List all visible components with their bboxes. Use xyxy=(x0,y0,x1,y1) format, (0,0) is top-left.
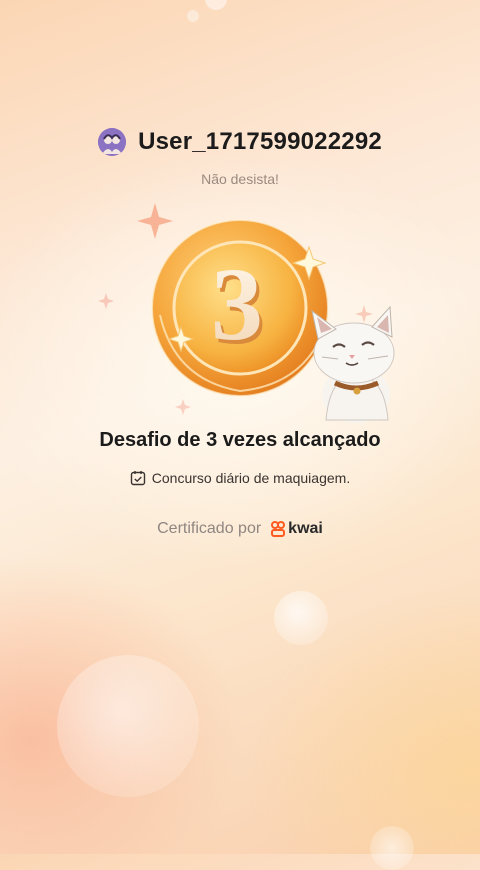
decorative-bubble xyxy=(205,0,227,10)
decorative-bubble xyxy=(187,10,199,22)
decorative-bubble xyxy=(370,826,414,870)
achievement-illustration: 3 3 xyxy=(0,195,480,425)
contest-info: Concurso diário de maquiagem. xyxy=(0,470,480,486)
decorative-bubble xyxy=(57,655,199,797)
cat-mascot xyxy=(311,305,395,423)
decorative-bubble xyxy=(274,591,328,645)
avatar[interactable] xyxy=(98,128,127,156)
kwai-logo-icon xyxy=(271,521,286,537)
achievement-title: Desafio de 3 vezes alcançado xyxy=(99,429,381,451)
kwai-brand: kwai xyxy=(271,520,323,538)
medal-icon: 3 3 xyxy=(98,203,395,423)
contest-label: Concurso diário de maquiagem. xyxy=(151,470,351,486)
medal-number: 3 xyxy=(211,247,263,362)
certified-label: Certificado por xyxy=(157,520,262,537)
kwai-brand-label: kwai xyxy=(288,520,323,537)
username: User_1717599022292 xyxy=(138,128,382,155)
certified-by: Certificado por kwai xyxy=(0,520,480,538)
calendar-check-icon xyxy=(130,471,145,486)
avatar-icon xyxy=(98,128,127,156)
user-header: User_1717599022292 xyxy=(0,128,480,156)
subtitle: Não desista! xyxy=(201,171,279,187)
